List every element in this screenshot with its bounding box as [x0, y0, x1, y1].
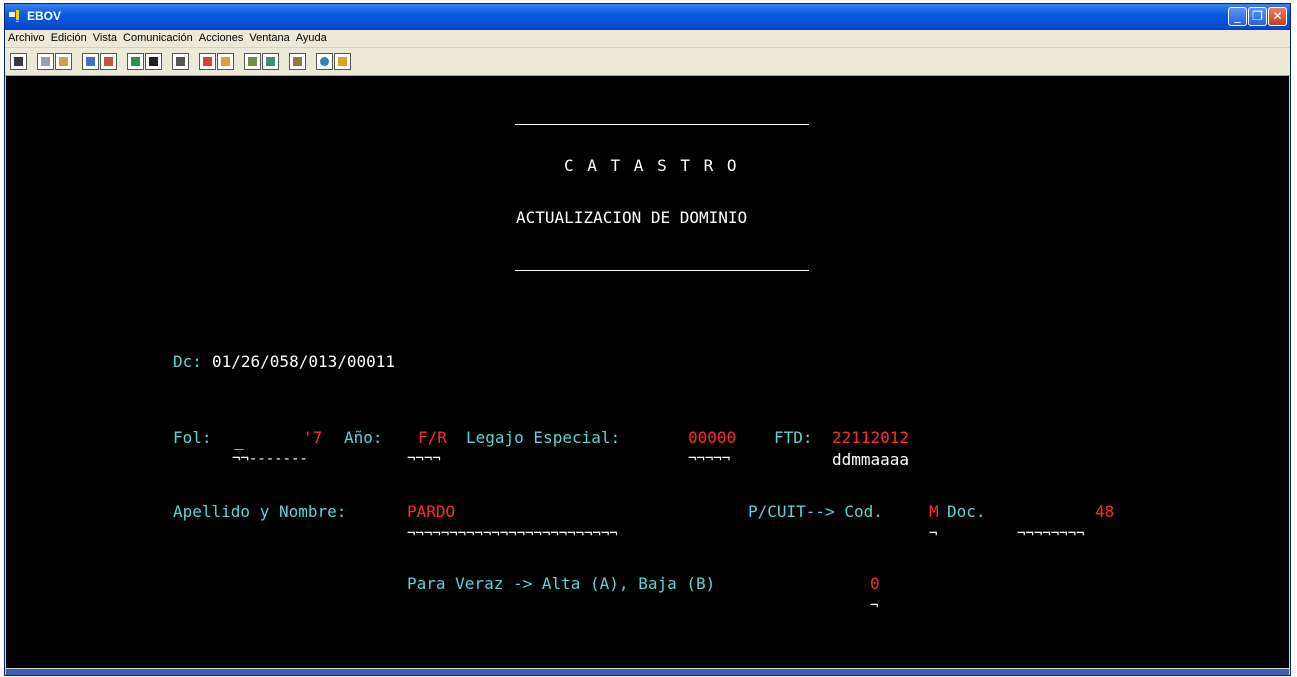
copy-icon — [41, 57, 50, 66]
toolbar-button-screen[interactable] — [145, 53, 162, 70]
disconnect-icon — [266, 57, 275, 66]
globe-icon — [320, 57, 329, 66]
toolbar-button-record[interactable] — [199, 53, 216, 70]
fol-label: Fol: — [173, 428, 212, 447]
terminal-app-icon — [9, 10, 19, 22]
status-bar — [6, 669, 1289, 675]
close-icon: ✕ — [1272, 9, 1283, 23]
menu-archivo[interactable]: Archivo — [5, 30, 48, 44]
play-icon — [221, 57, 230, 66]
macro-icon — [176, 57, 185, 66]
restore-icon: ❐ — [1252, 9, 1263, 23]
anio-underline: ¬¬¬¬ — [407, 451, 441, 467]
toolbar-button-clipboard[interactable] — [289, 53, 306, 70]
display-icon — [131, 57, 140, 66]
menu-comunicacion[interactable]: Comunicación — [120, 30, 196, 44]
connect-icon — [248, 57, 257, 66]
toolbar-button-disconnect[interactable] — [262, 53, 279, 70]
toolbar-button-receive[interactable] — [100, 53, 117, 70]
toolbar-button-macro[interactable] — [172, 53, 189, 70]
menu-ayuda[interactable]: Ayuda — [293, 30, 330, 44]
doc-field[interactable]: 48 — [1095, 502, 1114, 522]
anio-label: Año: — [344, 428, 383, 447]
toolbar-button-web[interactable] — [316, 53, 333, 70]
toolbar-button-send[interactable] — [82, 53, 99, 70]
ftd-label: FTD: — [774, 428, 813, 447]
terminal-window: EBOV _ ❐ ✕ Archivo Edición Vista Comunicaci… — [4, 3, 1291, 676]
print-screen-icon — [14, 57, 23, 66]
nombre-field[interactable]: PARDO — [407, 502, 455, 522]
toolbar-button-copy[interactable] — [37, 53, 54, 70]
send-file-icon — [86, 57, 95, 66]
menu-acciones[interactable]: Acciones — [196, 30, 247, 44]
fol-field[interactable]: _ — [234, 431, 244, 451]
minimize-button[interactable]: _ — [1228, 7, 1247, 26]
ftd-format-hint: ddmmaaaa — [832, 450, 910, 469]
toolbar-button-edit[interactable] — [334, 53, 351, 70]
close-button[interactable]: ✕ — [1268, 7, 1287, 26]
doc-underline: ¬¬¬¬¬¬¬¬ — [1017, 526, 1085, 542]
legajo-field[interactable]: 00000 — [688, 428, 736, 448]
toolbar-button-connect[interactable] — [244, 53, 261, 70]
veraz-label: Para Veraz -> Alta (A), Baja (B) — [407, 574, 716, 593]
toolbar-button-print-screen[interactable] — [10, 53, 27, 70]
record-icon — [203, 57, 212, 66]
nombre-label: Apellido y Nombre: — [173, 502, 347, 521]
menu-vista[interactable]: Vista — [90, 30, 120, 44]
pencil-icon — [338, 57, 347, 66]
minimize-icon: _ — [1234, 9, 1241, 23]
heading-rule-top — [515, 124, 809, 125]
veraz-field[interactable]: 0 — [870, 574, 880, 594]
dc-value: 01/26/058/013/00011 — [212, 352, 396, 371]
screen-icon — [149, 57, 158, 66]
receive-file-icon — [104, 57, 113, 66]
menu-ventana[interactable]: Ventana — [246, 30, 292, 44]
dc-label: Dc: — [173, 352, 202, 371]
toolbar-button-play[interactable] — [217, 53, 234, 70]
clipboard-icon — [293, 57, 302, 66]
veraz-underline: ¬ — [870, 598, 879, 614]
doc-label: Doc. — [947, 502, 986, 521]
toolbar-button-paste[interactable] — [55, 53, 72, 70]
terminal-screen[interactable]: C A T A S T R O ACTUALIZACION DE DOMINIO… — [6, 76, 1289, 668]
heading-rule-bottom — [515, 270, 809, 271]
paste-icon — [59, 57, 68, 66]
toolbar-button-display[interactable] — [127, 53, 144, 70]
fol-field-value[interactable]: '7 — [303, 428, 322, 448]
cod-field[interactable]: M — [929, 502, 939, 522]
cuit-cod-label: P/CUIT--> Cod. — [748, 502, 883, 521]
legajo-label: Legajo Especial: — [466, 428, 621, 447]
toolbar — [5, 48, 1290, 76]
ftd-field[interactable]: 22112012 — [832, 428, 909, 448]
screen-heading: C A T A S T R O — [564, 156, 739, 175]
menu-bar: Archivo Edición Vista Comunicación Acciones V… — [5, 30, 1290, 47]
window-title: EBOV — [27, 9, 62, 23]
legajo-underline: ¬¬¬¬¬ — [688, 451, 731, 467]
fol-underline: ¬¬------- — [232, 451, 308, 467]
nombre-underline: ¬¬¬¬¬¬¬¬¬¬¬¬¬¬¬¬¬¬¬¬¬¬¬¬¬ — [407, 526, 618, 542]
anio-field[interactable]: F/R — [418, 428, 447, 448]
maximize-button[interactable]: ❐ — [1248, 7, 1267, 26]
title-bar[interactable]: EBOV _ ❐ ✕ — [5, 4, 1290, 30]
cod-underline: ¬ — [929, 526, 938, 542]
menu-edicion[interactable]: Edición — [48, 30, 90, 44]
screen-subheading: ACTUALIZACION DE DOMINIO — [516, 208, 748, 227]
